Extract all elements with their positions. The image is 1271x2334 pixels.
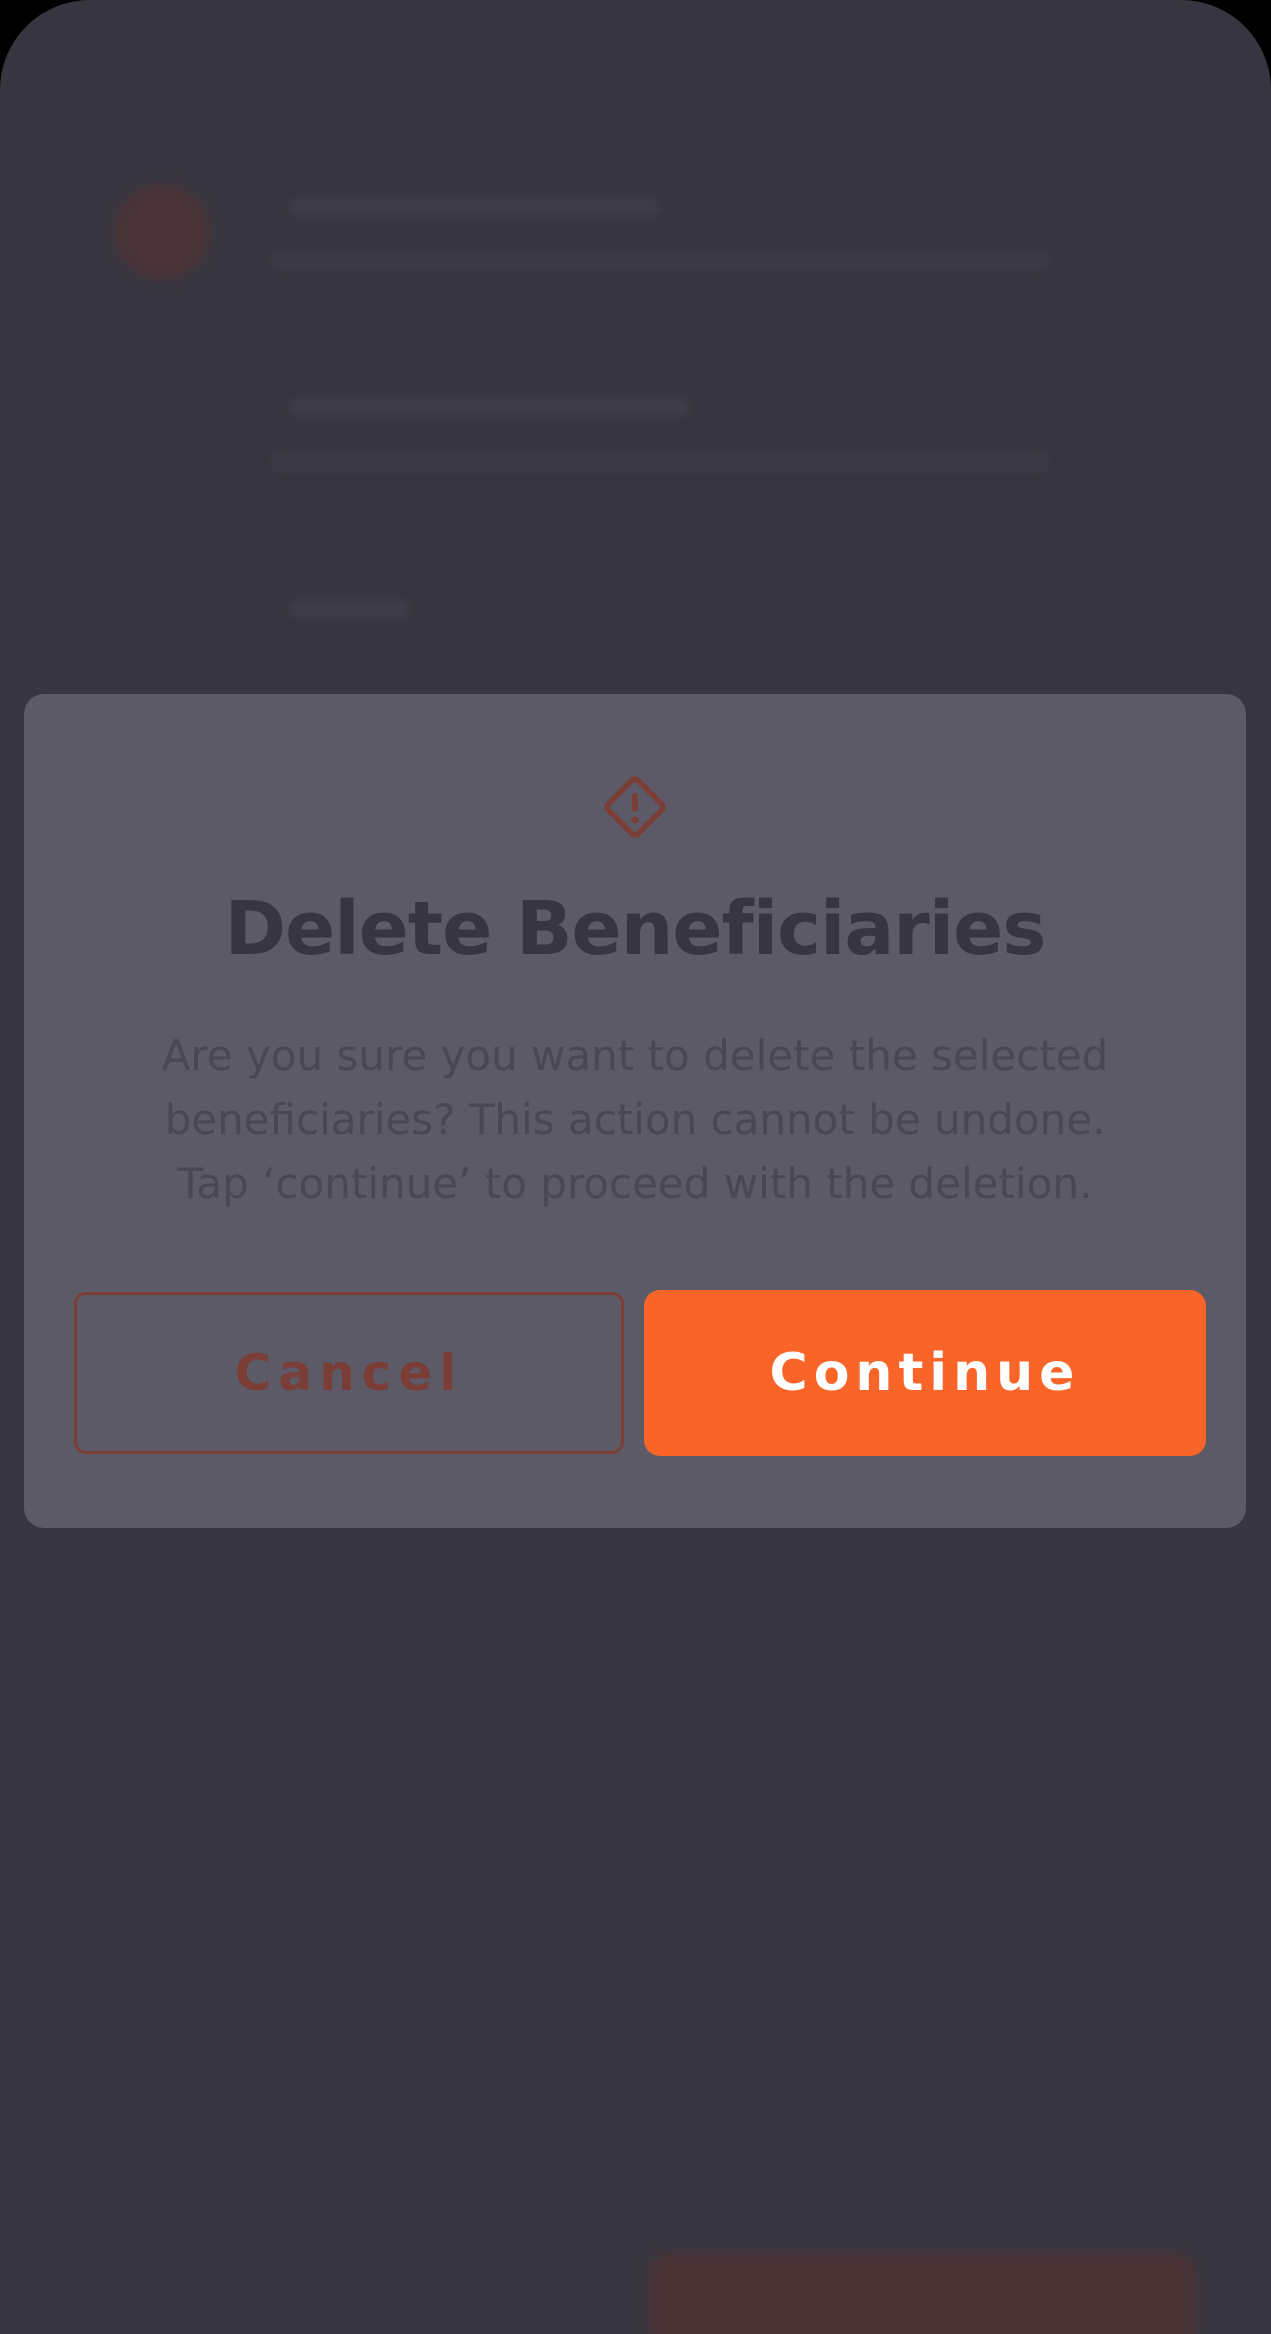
app-screen: Delete Beneficiaries Are you sure you wa… [0,0,1271,2334]
background-text-line [270,252,1050,270]
background-text-line [290,198,660,216]
dialog-message-line: beneficiaries? This action cannot be und… [164,1095,1106,1144]
dialog-title: Delete Beneficiaries [224,886,1047,972]
background-action-button [648,2253,1196,2334]
background-text-line [270,454,1050,472]
warning-icon [604,776,666,838]
background-avatar [114,184,210,280]
dialog-message-line: Are you sure you want to delete the sele… [161,1031,1109,1080]
continue-button[interactable]: Continue [644,1290,1206,1456]
background-text-line [290,398,690,416]
cancel-button[interactable]: Cancel [74,1292,624,1454]
dialog-message-line: Tap ‘continue’ to proceed with the delet… [177,1159,1093,1208]
dialog-message: Are you sure you want to delete the sele… [110,1024,1160,1216]
background-text-line [290,600,410,618]
